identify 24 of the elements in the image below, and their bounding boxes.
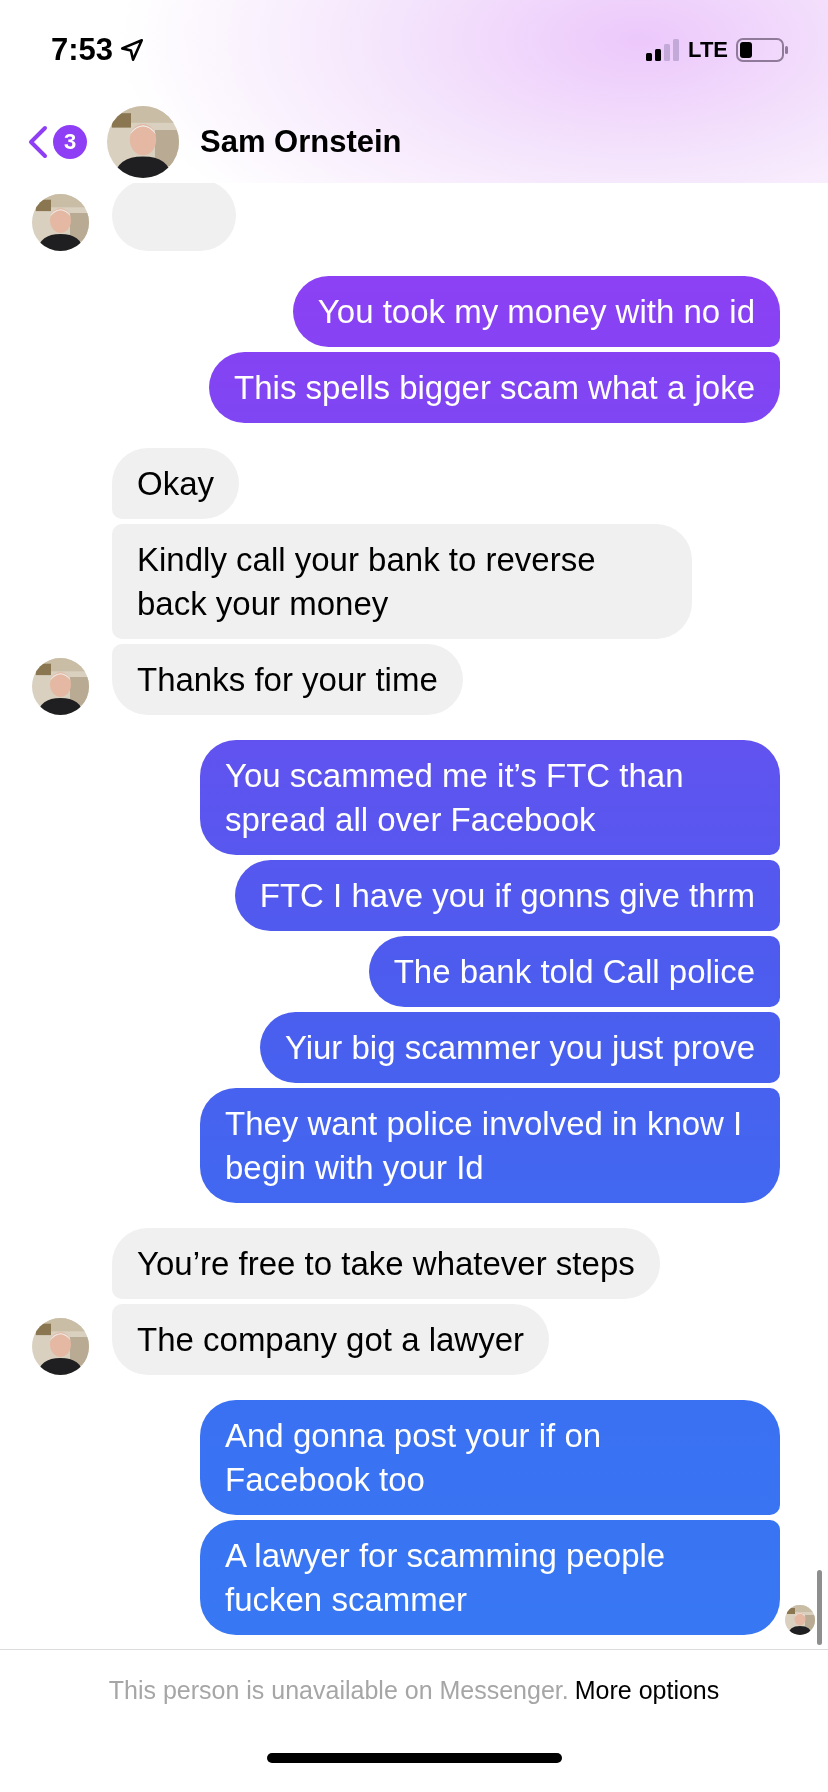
contact-name[interactable]: Sam Ornstein: [200, 123, 402, 160]
back-button[interactable]: 3: [27, 124, 87, 159]
more-options-link[interactable]: More options: [574, 1676, 720, 1704]
sent-message: They want police involved in know I begin with your Id: [200, 1088, 780, 1203]
network-label: LTE: [688, 37, 728, 63]
sent-message: A lawyer for scamming people fucken scammer: [200, 1520, 780, 1635]
sent-message: This spells bigger scam what a joke: [209, 352, 780, 423]
location-arrow-icon: [119, 37, 146, 63]
sent-message: You scammed me it’s FTC than spread all over Facebook: [200, 740, 780, 855]
sent-message: The bank told Call police: [368, 936, 780, 1007]
sent-message: And gonna post your if on Facebook too: [200, 1400, 780, 1515]
status-time: 7:53: [51, 32, 114, 68]
unread-count-badge: 3: [53, 124, 87, 159]
chevron-left-icon: [27, 124, 49, 159]
received-message: Kindly call your bank to reverse back your money: [112, 524, 692, 639]
battery-icon: [736, 38, 788, 62]
sent-message: Yiur big scammer you just prove: [259, 1012, 780, 1083]
received-message: Okay: [112, 448, 240, 519]
received-message: The company got a lawyer: [112, 1304, 550, 1375]
sent-message: You took my money with no id: [292, 276, 780, 347]
received-message: Thanks for your time: [112, 644, 463, 715]
unavailable-notice: This person is unavailable on Messenger. More options: [108, 1676, 720, 1705]
received-message: You’re free to take whatever steps: [112, 1228, 660, 1299]
sent-message: FTC I have you if gonns give thrm: [234, 860, 780, 931]
